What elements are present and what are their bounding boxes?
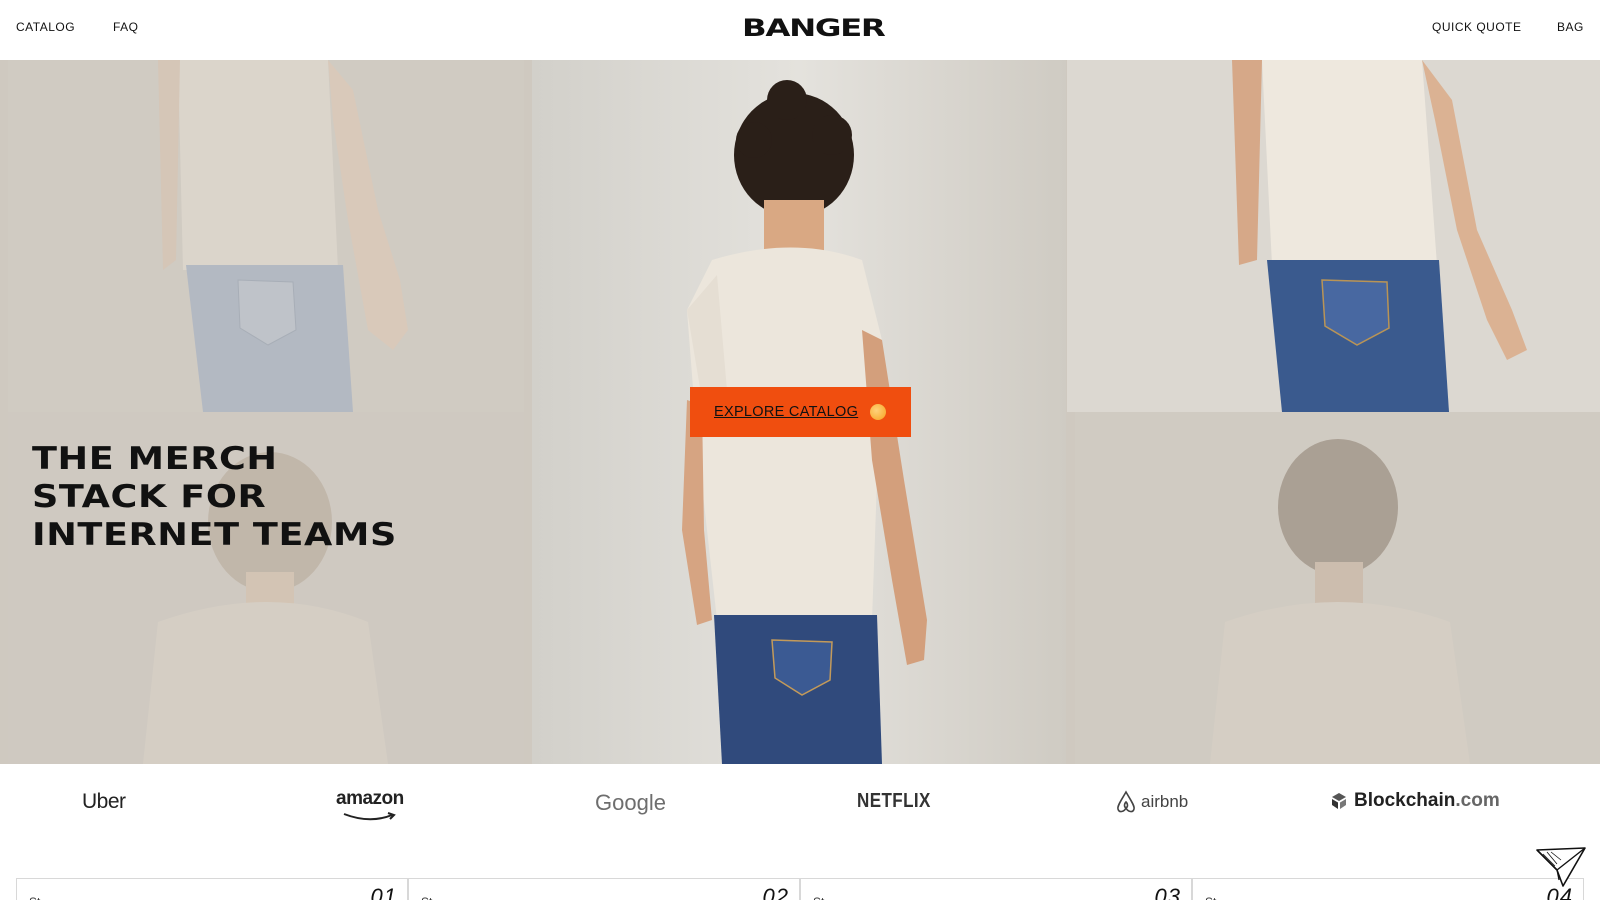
hero-photo-right-bottom: [1075, 412, 1600, 764]
blockchain-logo-domain: .com: [1455, 790, 1500, 811]
blockchain-logo-name: Blockchain: [1354, 790, 1456, 811]
site-logo[interactable]: BANGER: [742, 14, 886, 42]
hero-gap: [524, 60, 532, 764]
paper-plane-icon[interactable]: [1535, 846, 1587, 893]
blockchain-logo: Blockchain.com: [1330, 790, 1500, 812]
google-logo: Google: [595, 790, 666, 815]
uber-logo: Uber: [82, 790, 126, 813]
nav-faq-link[interactable]: FAQ: [113, 20, 139, 34]
step-card-number: 03: [1154, 884, 1181, 900]
step-card: St 02: [408, 878, 800, 900]
step-card: St 01: [16, 878, 408, 900]
fade-overlay: [8, 60, 524, 412]
step-card: St 04: [1192, 878, 1584, 900]
nav-quick-quote-link[interactable]: QUICK QUOTE: [1432, 20, 1522, 34]
hero-gap: [1067, 412, 1075, 764]
hero-headline-line-3: INTERNET TEAMS: [32, 517, 397, 553]
step-card-label: St: [813, 895, 824, 900]
step-card-number: 02: [762, 884, 789, 900]
hero-photo-right-top: [1067, 60, 1600, 412]
fade-overlay: [1075, 412, 1600, 764]
hero-headline-line-1: THE MERCH: [32, 441, 278, 477]
hero-photo-left-top: [8, 60, 524, 412]
site-header: CATALOG FAQ BANGER QUICK QUOTE BAG: [0, 0, 1600, 60]
blockchain-icon: [1332, 793, 1346, 809]
hero-headline: THE MERCH STACK FOR INTERNET TEAMS: [32, 440, 528, 554]
steps-cards: St 01 St 02 St 03 St 04: [16, 878, 1584, 900]
model-torso-illustration: [1067, 60, 1600, 412]
hero-section: THE MERCH STACK FOR INTERNET TEAMS EXPLO…: [0, 60, 1600, 764]
airbnb-icon: [1117, 790, 1135, 813]
amazon-logo-text: amazon: [336, 788, 404, 809]
nav-bag-link[interactable]: BAG: [1557, 20, 1584, 34]
airbnb-logo-text: airbnb: [1141, 792, 1189, 811]
step-card-label: St: [421, 895, 432, 900]
client-logos-strip: Uber amazon Google NETFLIX airbnb Blockc…: [0, 764, 1600, 840]
explore-catalog-button[interactable]: EXPLORE CATALOG: [690, 387, 911, 437]
explore-catalog-label: EXPLORE CATALOG: [714, 404, 859, 420]
step-card-number: 01: [370, 884, 397, 900]
amazon-smile-icon: [343, 812, 396, 821]
step-card-label: St: [1205, 895, 1216, 900]
netflix-logo: NETFLIX: [857, 790, 931, 812]
amazon-logo: amazon: [336, 788, 404, 821]
step-card-label: St: [29, 895, 40, 900]
airbnb-logo: airbnb: [1115, 790, 1188, 814]
step-card: St 03: [800, 878, 1192, 900]
nav-catalog-link[interactable]: CATALOG: [16, 20, 75, 34]
orange-dot-icon: [870, 404, 886, 420]
hero-edge: [0, 60, 8, 764]
hero-headline-line-2: STACK FOR: [32, 479, 267, 515]
